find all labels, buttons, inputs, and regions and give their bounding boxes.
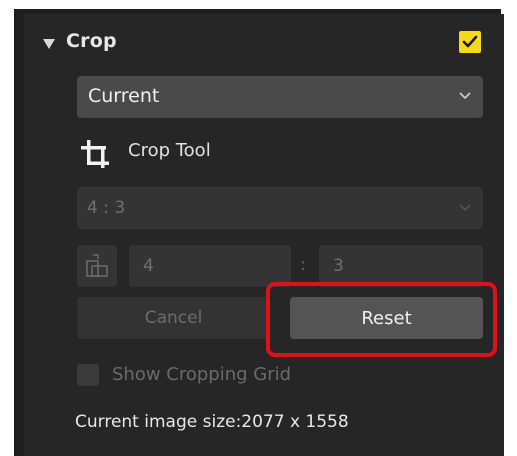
aspect-ratio-select[interactable]: 4 : 3 — [77, 187, 483, 229]
ratio-width-value: 4 — [143, 256, 154, 276]
crop-preset-select[interactable]: Current — [77, 76, 483, 118]
crop-tool-label[interactable]: Crop Tool — [128, 140, 211, 161]
chevron-down-icon — [459, 92, 471, 100]
crop-icon[interactable] — [77, 136, 113, 172]
show-grid-checkbox[interactable] — [77, 364, 99, 386]
chevron-down-icon — [459, 204, 471, 212]
cancel-button[interactable]: Cancel — [77, 297, 270, 339]
aspect-ratio-value: 4 : 3 — [87, 198, 126, 218]
reset-button[interactable]: Reset — [290, 297, 483, 339]
image-size-info: Current image size:2077 x 1558 — [75, 412, 349, 432]
ratio-width-input[interactable]: 4 — [129, 245, 291, 287]
crop-preset-value: Current — [88, 85, 160, 107]
ratio-height-input[interactable]: 3 — [319, 245, 483, 287]
swap-orientation-button[interactable] — [77, 245, 117, 287]
section-enable-checkbox[interactable] — [459, 31, 481, 53]
rotate-ratio-icon — [86, 254, 108, 277]
triangle-down-icon[interactable] — [43, 39, 55, 49]
show-grid-label[interactable]: Show Cropping Grid — [112, 364, 291, 385]
ratio-separator: : — [300, 255, 306, 275]
section-title[interactable]: Crop — [66, 30, 117, 52]
ratio-height-value: 3 — [333, 256, 344, 276]
checkmark-icon — [462, 35, 478, 48]
